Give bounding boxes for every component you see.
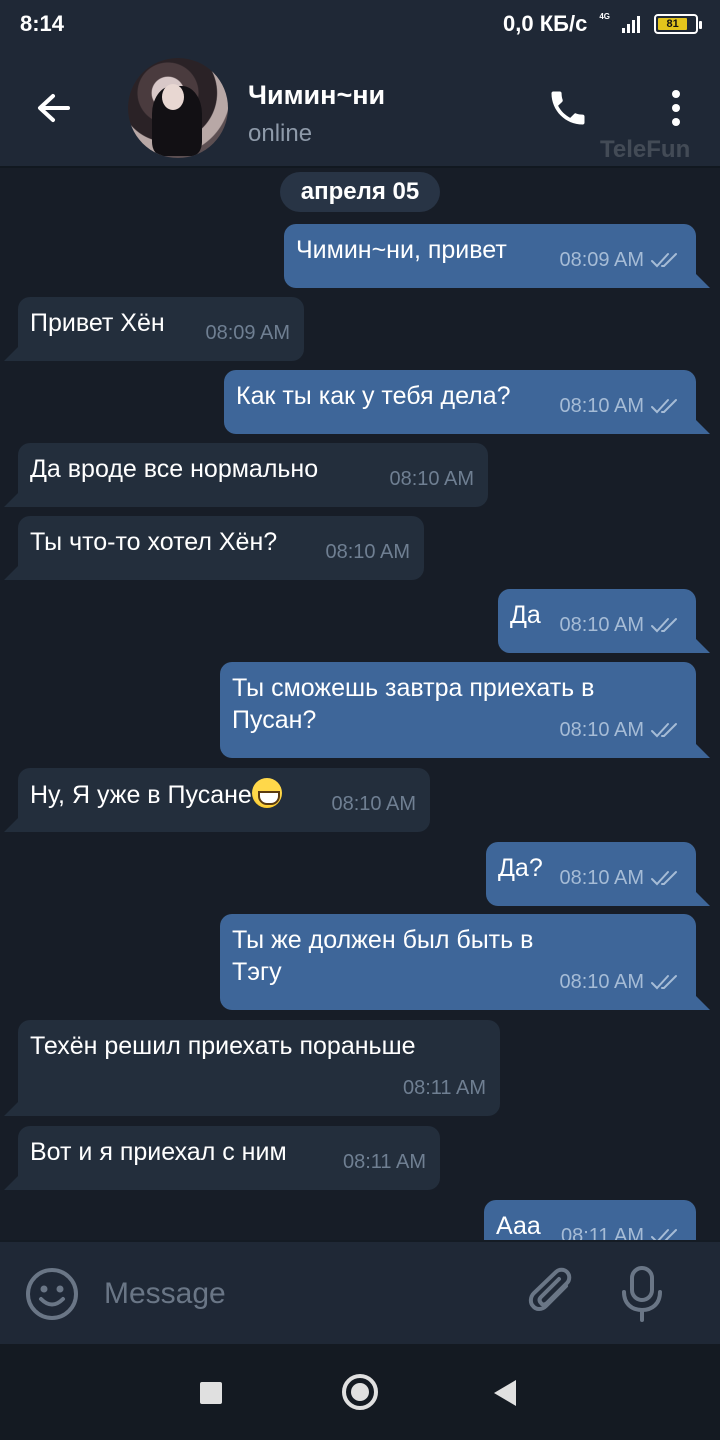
incoming-message[interactable]: Техён решил приехать пораньше 08:11 AM — [4, 1020, 500, 1116]
message-meta: 08:10 AM — [559, 862, 682, 894]
message-text: Чимин~ни, привет — [296, 236, 507, 264]
message-time: 08:10 AM — [559, 719, 644, 741]
battery-icon: 81 — [654, 14, 702, 34]
voice-record-button[interactable] — [620, 1264, 664, 1324]
double-check-icon — [651, 1229, 677, 1240]
outgoing-message[interactable]: Да? 08:10 AM — [486, 842, 710, 906]
outgoing-message[interactable]: Ты же должен был быть в Тэгу 08:10 AM — [220, 914, 710, 1010]
message-text: Ну, Я уже в Пусане — [30, 781, 252, 809]
double-check-icon — [651, 871, 677, 886]
paperclip-icon — [528, 1267, 572, 1311]
message-text: Как ты как у тебя дела? — [236, 382, 511, 410]
double-check-icon — [651, 618, 677, 633]
double-check-icon — [651, 975, 677, 990]
message-time: 08:10 AM — [331, 793, 416, 815]
message-text: Да? — [498, 854, 543, 882]
double-check-icon — [651, 399, 677, 414]
incoming-message[interactable]: Да вроде все нормально 08:10 AM — [4, 443, 488, 507]
more-vertical-icon — [672, 90, 680, 126]
message-meta: 08:11 AM — [343, 1146, 426, 1178]
signal-icon — [622, 15, 640, 33]
message-meta: 08:10 AM — [389, 463, 474, 495]
outgoing-message[interactable]: Как ты как у тебя дела? 08:10 AM — [224, 370, 710, 434]
call-button[interactable] — [546, 86, 590, 130]
message-time: 08:10 AM — [559, 867, 644, 889]
message-time: 08:09 AM — [205, 322, 290, 344]
battery-level: 81 — [658, 18, 688, 30]
message-text-continued: Тэгу — [232, 958, 282, 986]
message-meta: 08:10 AM — [559, 609, 682, 641]
message-meta: 08:10 AM — [325, 536, 410, 568]
message-text: Привет Хён — [30, 309, 165, 337]
message-meta: 08:11 AM — [403, 1072, 486, 1104]
outgoing-message[interactable]: Ты сможешь завтра приехать в Пусан? 08:1… — [220, 662, 710, 758]
contact-status: online — [248, 120, 313, 147]
more-menu-button[interactable] — [664, 88, 688, 128]
message-text-continued: Пусан? — [232, 706, 317, 734]
message-time: 08:10 AM — [559, 971, 644, 993]
emoji-button[interactable] — [24, 1266, 80, 1322]
message-input[interactable] — [104, 1272, 504, 1316]
date-separator: апреля 05 — [280, 172, 440, 212]
recent-apps-button[interactable] — [200, 1382, 222, 1404]
message-text: Да вроде все нормально — [30, 455, 319, 483]
back-button[interactable] — [34, 88, 74, 128]
message-time: 08:10 AM — [559, 614, 644, 636]
grinning-face-emoji — [251, 778, 282, 808]
message-time: 08:11 AM — [402, 1077, 486, 1099]
message-time: 08:09 AM — [559, 249, 644, 271]
message-time: 08:11 AM — [560, 1225, 644, 1240]
message-meta: 08:11 AM — [561, 1220, 682, 1240]
message-composer — [0, 1240, 720, 1344]
double-check-icon — [651, 253, 677, 268]
arrow-left-icon — [38, 94, 70, 122]
contact-name[interactable]: Чимин~ни — [248, 80, 385, 111]
status-bar: 8:14 0,0 КБ/с 4G 81 — [0, 0, 720, 48]
outgoing-message[interactable]: Чимин~ни, привет 08:09 AM — [284, 224, 710, 288]
incoming-message[interactable]: Привет Хён 08:09 AM — [4, 297, 304, 361]
outgoing-message[interactable]: Да 08:10 AM — [498, 589, 710, 653]
message-text: Ты что-то хотел Хён? — [30, 528, 278, 556]
message-meta: 08:10 AM — [559, 966, 682, 998]
message-meta: 08:09 AM — [559, 244, 682, 276]
message-text: Ааа — [496, 1212, 541, 1240]
message-text: Ты сможешь завтра приехать в — [232, 674, 595, 702]
phone-icon — [551, 91, 585, 125]
system-back-button[interactable] — [494, 1380, 516, 1406]
incoming-message[interactable]: Ну, Я уже в Пусане 08:10 AM — [4, 768, 430, 832]
incoming-message[interactable]: Ты что-то хотел Хён? 08:10 AM — [4, 516, 424, 580]
smile-icon — [26, 1268, 78, 1320]
message-list[interactable]: апреля 05 Чимин~ни, привет 08:09 AM Прив… — [0, 170, 720, 1240]
double-check-icon — [651, 723, 677, 738]
message-time: 08:10 AM — [325, 541, 410, 563]
message-meta: 08:10 AM — [559, 714, 682, 746]
message-time: 08:10 AM — [559, 395, 644, 417]
message-text: Техён решил приехать пораньше — [30, 1032, 416, 1060]
network-speed: 0,0 КБ/с — [503, 11, 588, 36]
chat-header: Чимин~ни online TeleFun — [0, 48, 720, 168]
message-meta: 08:10 AM — [331, 788, 416, 820]
message-meta: 08:09 AM — [205, 317, 290, 349]
outgoing-message[interactable]: Ааа 08:11 AM — [484, 1200, 696, 1240]
message-time: 08:10 AM — [389, 468, 474, 490]
watermark: TeleFun — [600, 136, 691, 163]
avatar[interactable] — [128, 58, 228, 158]
system-nav-bar — [0, 1344, 720, 1440]
message-text: Ты же должен был быть в — [232, 926, 534, 954]
message-text: Да — [510, 601, 541, 629]
home-button[interactable] — [342, 1374, 378, 1410]
message-text: Вот и я приехал с ним — [30, 1138, 287, 1166]
incoming-message[interactable]: Вот и я приехал с ним 08:11 AM — [4, 1126, 440, 1190]
status-time: 8:14 — [20, 11, 65, 36]
network-type: 4G — [599, 11, 610, 21]
status-indicators: 0,0 КБ/с 4G 81 — [503, 11, 702, 37]
microphone-icon — [622, 1266, 662, 1322]
message-time: 08:11 AM — [342, 1151, 426, 1173]
message-meta: 08:10 AM — [559, 390, 682, 422]
attach-button[interactable] — [528, 1266, 578, 1322]
